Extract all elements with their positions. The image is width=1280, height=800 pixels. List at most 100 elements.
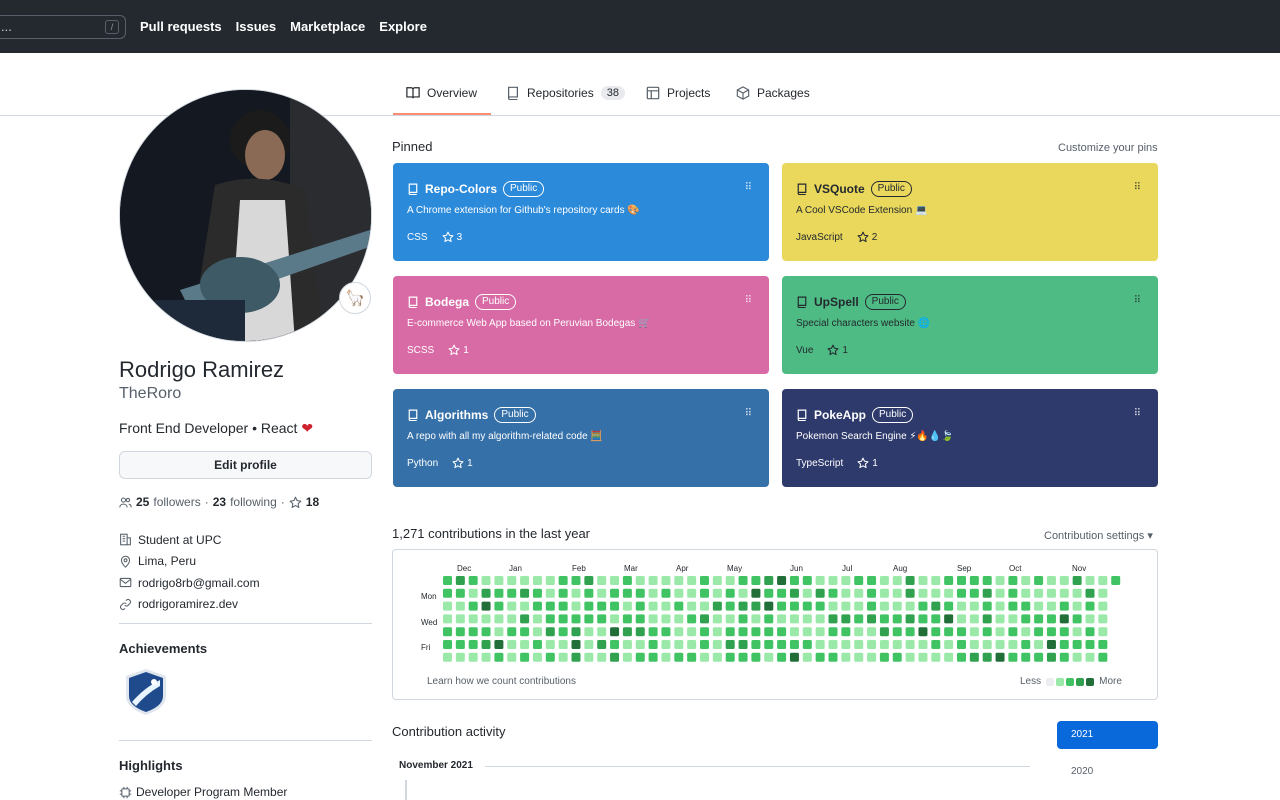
contribution-day[interactable]: [571, 614, 581, 624]
contribution-day[interactable]: [622, 640, 632, 649]
contribution-day[interactable]: [1008, 576, 1018, 585]
drag-handle-icon[interactable]: ⠿: [1134, 295, 1141, 306]
contribution-day[interactable]: [879, 576, 889, 585]
contribution-day[interactable]: [828, 627, 838, 637]
contribution-day[interactable]: [854, 640, 864, 649]
contribution-day[interactable]: [443, 588, 452, 598]
contribution-day[interactable]: [982, 588, 992, 598]
contribution-day[interactable]: [815, 627, 825, 637]
contribution-day[interactable]: [571, 652, 581, 662]
contribution-day[interactable]: [931, 576, 941, 585]
contribution-day[interactable]: [879, 640, 889, 649]
detail-email-link[interactable]: rodrigo8rb@gmail.com: [138, 576, 260, 590]
contribution-day[interactable]: [789, 601, 799, 611]
contribution-day[interactable]: [777, 601, 787, 611]
contribution-day[interactable]: [764, 588, 774, 598]
contribution-day[interactable]: [1059, 627, 1069, 637]
contribution-day[interactable]: [494, 601, 504, 611]
contribution-day[interactable]: [494, 652, 504, 662]
avatar[interactable]: [119, 89, 372, 342]
drag-handle-icon[interactable]: ⠿: [745, 182, 752, 193]
repo-stars[interactable]: 1: [448, 344, 469, 356]
followers-count[interactable]: 25: [136, 495, 149, 509]
contribution-day[interactable]: [700, 588, 709, 598]
contribution-day[interactable]: [918, 576, 928, 585]
contribution-day[interactable]: [494, 614, 504, 624]
contribution-day[interactable]: [661, 640, 671, 649]
contribution-day[interactable]: [571, 627, 581, 637]
contribution-day[interactable]: [815, 614, 825, 624]
contribution-day[interactable]: [764, 601, 774, 611]
nav-explore[interactable]: Explore: [379, 19, 427, 34]
contribution-day[interactable]: [571, 588, 581, 598]
contribution-day[interactable]: [455, 640, 465, 649]
contribution-day[interactable]: [828, 601, 838, 611]
contribution-day[interactable]: [892, 614, 902, 624]
contribution-day[interactable]: [635, 576, 645, 585]
contribution-day[interactable]: [828, 588, 838, 598]
contribution-day[interactable]: [725, 627, 735, 637]
contribution-day[interactable]: [520, 601, 530, 611]
contribution-day[interactable]: [558, 576, 568, 585]
contribution-day[interactable]: [957, 652, 966, 662]
contribution-day[interactable]: [532, 614, 542, 624]
contribution-day[interactable]: [674, 588, 684, 598]
contribution-day[interactable]: [867, 627, 877, 637]
contribution-day[interactable]: [455, 614, 465, 624]
contribution-day[interactable]: [520, 576, 530, 585]
contribution-day[interactable]: [558, 627, 568, 637]
contribution-day[interactable]: [558, 640, 568, 649]
contribution-day[interactable]: [648, 588, 658, 598]
contribution-day[interactable]: [507, 614, 517, 624]
contribution-day[interactable]: [661, 601, 671, 611]
contribution-day[interactable]: [1046, 652, 1056, 662]
contribution-day[interactable]: [802, 614, 812, 624]
contribution-day[interactable]: [815, 601, 825, 611]
drag-handle-icon[interactable]: ⠿: [745, 408, 752, 419]
contribution-day[interactable]: [1008, 588, 1018, 598]
contribution-day[interactable]: [1098, 601, 1108, 611]
contribution-day[interactable]: [777, 627, 787, 637]
contribution-day[interactable]: [532, 652, 542, 662]
contribution-day[interactable]: [635, 614, 645, 624]
contribution-day[interactable]: [468, 601, 478, 611]
contribution-day[interactable]: [802, 601, 812, 611]
contribution-day[interactable]: [520, 588, 530, 598]
contribution-day[interactable]: [481, 614, 491, 624]
repo-name-link[interactable]: UpSpell: [814, 295, 859, 309]
edit-profile-button[interactable]: Edit profile: [119, 451, 372, 479]
contribution-day[interactable]: [995, 652, 1005, 662]
contribution-day[interactable]: [905, 576, 915, 585]
pinned-repo-card[interactable]: VSQuote Public ⠿ A Cool VSCode Extension 💻 J…: [782, 163, 1158, 261]
contribution-day[interactable]: [610, 614, 620, 624]
contribution-day[interactable]: [944, 640, 954, 649]
contribution-day[interactable]: [777, 576, 787, 585]
contribution-day[interactable]: [1034, 614, 1044, 624]
contribution-day[interactable]: [597, 652, 607, 662]
contribution-day[interactable]: [1034, 627, 1044, 637]
contribution-day[interactable]: [597, 588, 607, 598]
contribution-day[interactable]: [455, 627, 465, 637]
contribution-day[interactable]: [674, 601, 684, 611]
contribution-day[interactable]: [841, 601, 851, 611]
contribution-day[interactable]: [468, 576, 478, 585]
contribution-day[interactable]: [854, 576, 864, 585]
contribution-day[interactable]: [918, 601, 928, 611]
contribution-day[interactable]: [1072, 614, 1082, 624]
contribution-day[interactable]: [995, 614, 1005, 624]
contribution-day[interactable]: [738, 652, 748, 662]
contribution-day[interactable]: [1034, 588, 1044, 598]
contribution-day[interactable]: [532, 576, 542, 585]
contribution-day[interactable]: [1111, 576, 1121, 585]
contribution-day[interactable]: [674, 614, 684, 624]
nav-issues[interactable]: Issues: [236, 19, 276, 34]
contribution-day[interactable]: [545, 627, 555, 637]
contribution-day[interactable]: [867, 640, 877, 649]
contribution-day[interactable]: [584, 640, 594, 649]
contribution-day[interactable]: [1008, 627, 1018, 637]
contribution-day[interactable]: [867, 614, 877, 624]
repo-name-link[interactable]: Algorithms: [425, 408, 488, 422]
contribution-day[interactable]: [635, 627, 645, 637]
contribution-day[interactable]: [957, 588, 966, 598]
tab-overview[interactable]: Overview: [406, 86, 477, 100]
